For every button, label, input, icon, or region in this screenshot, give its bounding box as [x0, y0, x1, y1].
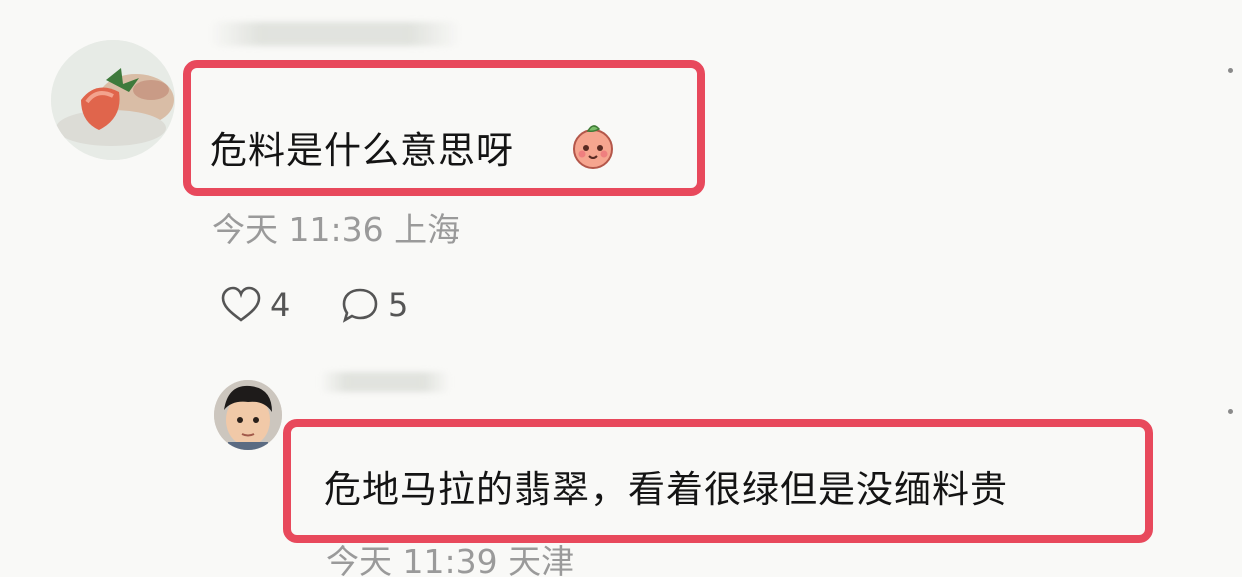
more-options-icon[interactable]	[1228, 68, 1233, 73]
reply-meta: 今天 11:39 天津	[326, 542, 575, 577]
like-button[interactable]: 4	[220, 286, 290, 324]
reply-button[interactable]: 5	[340, 286, 408, 324]
reply-text: 危地马拉的翡翠，看着很绿但是没缅料贵	[324, 468, 1008, 511]
speech-bubble-icon	[342, 288, 378, 323]
reply-count: 5	[388, 286, 409, 324]
username-redacted	[320, 372, 450, 392]
avatar[interactable]	[51, 40, 175, 160]
heart-icon	[221, 286, 261, 322]
more-options-icon[interactable]	[1228, 409, 1233, 414]
comment-meta: 今天 11:36 上海	[212, 210, 461, 249]
peach-emoji-icon	[573, 125, 613, 169]
boy-photo-icon	[214, 380, 282, 450]
like-count: 4	[270, 286, 291, 324]
username-redacted	[210, 22, 460, 46]
comment-text: 危料是什么意思呀	[210, 129, 514, 172]
comment-thread: 危料是什么意思呀 今天 11:36 上海 4 5 危地马拉的翡翠，看着很绿但是没…	[0, 0, 1242, 577]
avatar[interactable]	[214, 380, 282, 450]
strawberry-photo-icon	[51, 40, 175, 160]
highlight-box	[183, 60, 705, 196]
